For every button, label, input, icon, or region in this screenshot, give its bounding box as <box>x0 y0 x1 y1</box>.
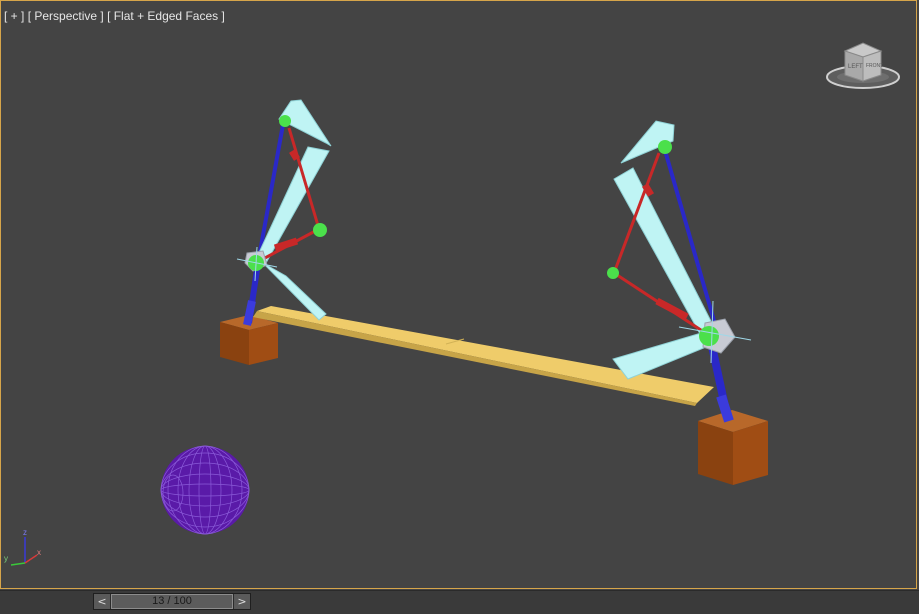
viewcube-icon[interactable]: LEFT FRONT <box>823 39 903 95</box>
sphere[interactable] <box>160 445 250 535</box>
viewport-label: [ + ] [ Perspective ] [ Flat + Edged Fac… <box>4 9 225 23</box>
shading-mode-button[interactable]: [ Flat + Edged Faces ] <box>107 9 225 23</box>
perspective-viewport[interactable]: [ + ] [ Perspective ] [ Flat + Edged Fac… <box>0 0 917 589</box>
box-right[interactable] <box>698 410 768 485</box>
view-type-button[interactable]: [ Perspective ] <box>28 9 104 23</box>
axis-tripod-icon: z y x <box>4 528 41 566</box>
viewcube-face-front: FRONT <box>866 63 883 69</box>
time-slider[interactable]: < 13 / 100 > <box>93 593 251 610</box>
previous-frame-button[interactable]: < <box>94 594 111 609</box>
frame-counter: 13 / 100 <box>152 595 192 607</box>
axis-label-z: z <box>23 528 27 537</box>
axis-label-y: y <box>4 554 8 563</box>
viewcube-face-left: LEFT <box>848 64 863 70</box>
viewport-menu-button[interactable]: [ + ] <box>4 9 24 23</box>
next-frame-button[interactable]: > <box>233 594 250 609</box>
scene-canvas[interactable] <box>1 1 917 589</box>
time-slider-thumb[interactable]: 13 / 100 <box>111 594 233 609</box>
time-slider-bar: < 13 / 100 > <box>0 590 919 614</box>
axis-label-x: x <box>37 548 41 557</box>
